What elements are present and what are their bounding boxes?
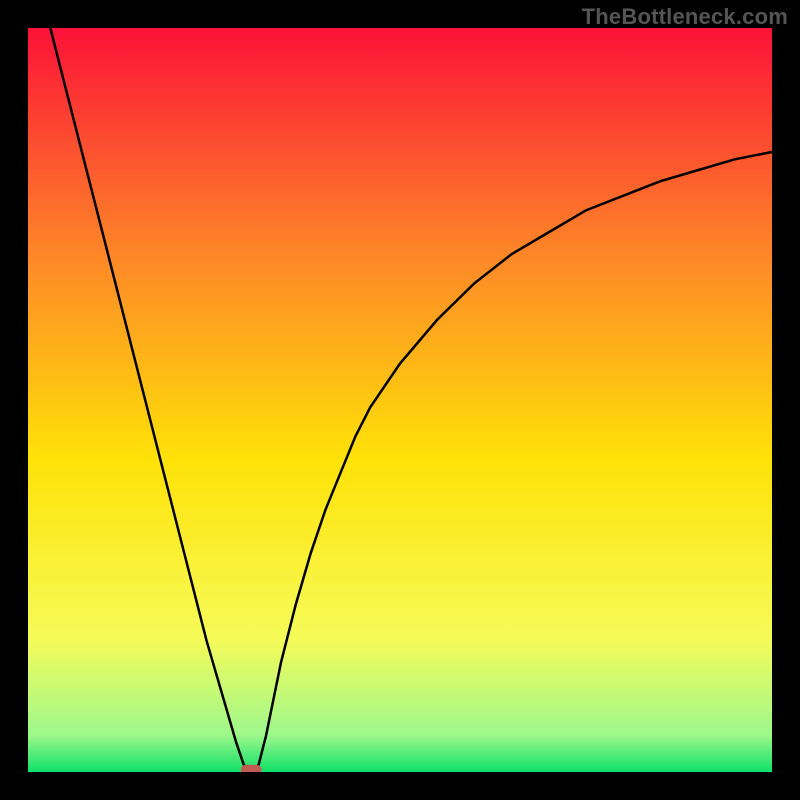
plot-svg <box>28 28 772 772</box>
chart-frame: TheBottleneck.com <box>0 0 800 800</box>
optimal-marker <box>241 765 262 772</box>
plot-area <box>28 28 772 772</box>
watermark-text: TheBottleneck.com <box>582 4 788 30</box>
gradient-background <box>28 28 772 772</box>
